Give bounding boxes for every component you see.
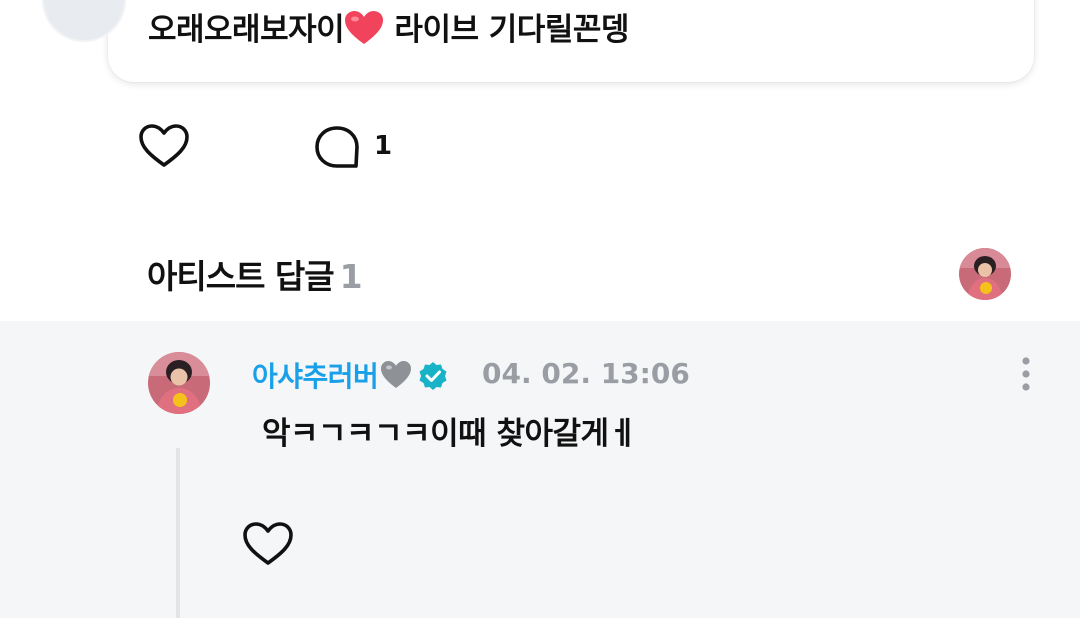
artist-avatar[interactable] — [148, 352, 210, 414]
red-heart-emoji — [345, 11, 384, 44]
more-vertical-icon — [1022, 357, 1030, 391]
reply-like-button[interactable] — [242, 520, 294, 568]
comment-button[interactable] — [312, 122, 362, 172]
comment-text-part1: 오래오래보자이 — [148, 12, 345, 48]
artist-avatar-small[interactable] — [959, 248, 1011, 300]
artist-replies-count: 1 — [339, 257, 363, 296]
reply-author-line: 아샤추러버 — [252, 355, 448, 395]
artist-replies-title: 아티스트 답글 1 — [147, 250, 363, 298]
grey-heart-emoji — [381, 361, 412, 388]
reply-timestamp: 04. 02. 13:06 — [482, 357, 690, 390]
like-button[interactable] — [138, 122, 190, 170]
artist-replies-label: 아티스트 답글 — [147, 257, 335, 296]
comment-text-part2: 라이브 기다릴꼰뎅 — [384, 12, 629, 48]
reply-author-name[interactable]: 아샤추러버 — [252, 360, 379, 393]
reply-text: 악ㅋㄱㅋㄱㅋ이때 찾아갈게ㅔ — [262, 416, 637, 452]
comment-text: 오래오래보자이 라이브 기다릴꼰뎅 — [148, 10, 629, 50]
comment-count: 1 — [374, 131, 393, 161]
heart-outline-icon — [139, 124, 189, 167]
heart-outline-icon — [243, 522, 293, 565]
verified-badge-icon — [419, 362, 447, 390]
comment-bubble-icon — [315, 126, 359, 168]
more-options-button[interactable] — [1014, 355, 1038, 395]
thread-line — [176, 448, 180, 618]
